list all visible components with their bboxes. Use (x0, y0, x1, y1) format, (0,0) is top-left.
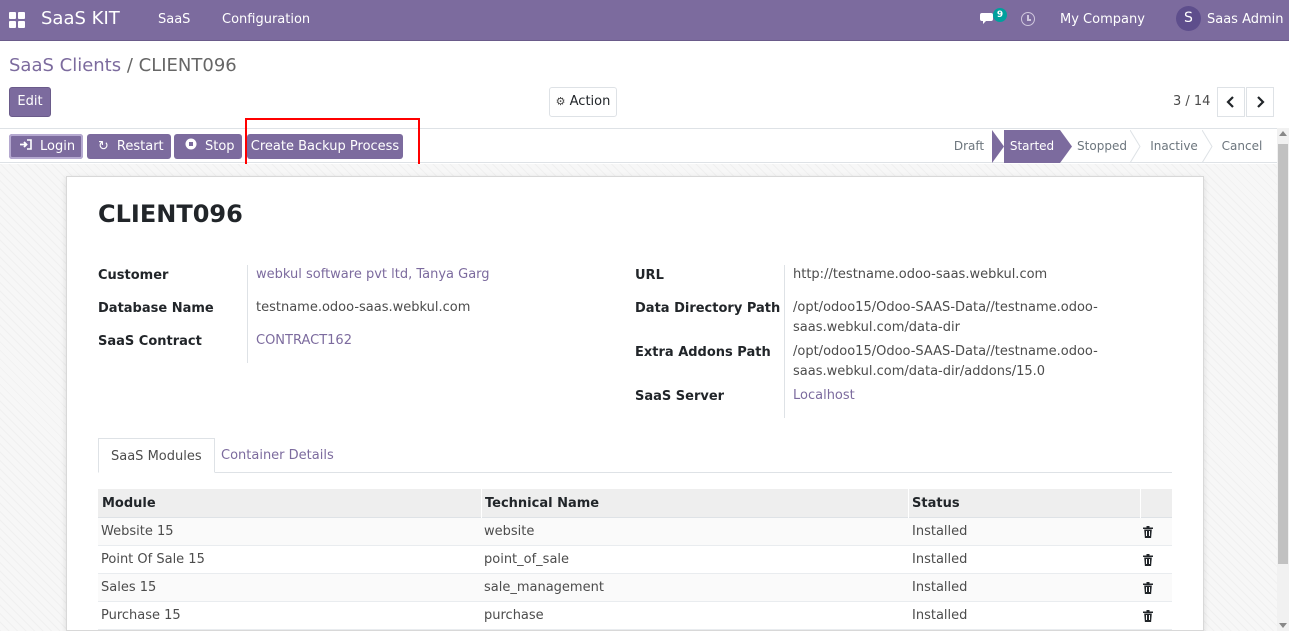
vertical-scrollbar[interactable] (1277, 128, 1289, 631)
trash-icon[interactable] (1143, 610, 1153, 622)
menu-saas[interactable]: SaaS (158, 12, 190, 27)
technical-name-cell: purchase (484, 608, 544, 623)
stage-separator (992, 130, 1004, 163)
data-directory-label: Data Directory Path (635, 301, 781, 316)
gear-icon: ⚙ (555, 95, 566, 108)
stage-started[interactable]: Started (1004, 130, 1060, 163)
data-directory-value-line2: saas.webkul.com/data-dir (793, 320, 960, 335)
chevron-left-icon (1226, 96, 1234, 108)
tab-saas-modules[interactable]: SaaS Modules (98, 438, 215, 473)
column-technical-name[interactable]: Technical Name (481, 489, 599, 518)
module-cell: Sales 15 (101, 580, 157, 595)
company-switcher[interactable]: My Company (1060, 12, 1145, 27)
activity-clock-icon[interactable] (1021, 12, 1035, 26)
module-cell: Purchase 15 (101, 608, 181, 623)
user-menu[interactable]: Saas Admin (1207, 12, 1284, 27)
login-button[interactable]: Login (9, 134, 83, 159)
stage-inactive[interactable]: Inactive (1144, 130, 1204, 163)
field-divider (247, 265, 248, 363)
saas-server-label: SaaS Server (635, 389, 725, 404)
top-navbar: SaaS KIT SaaS Configuration 9 My Company… (0, 0, 1289, 41)
table-row[interactable]: Sales 15 sale_management Installed (98, 574, 1172, 602)
table-row[interactable]: Purchase 15 purchase Installed (98, 602, 1172, 630)
status-cell: Installed (912, 580, 968, 595)
extra-addons-label: Extra Addons Path (635, 345, 771, 360)
field-divider (784, 265, 785, 418)
action-label: Action (569, 94, 611, 109)
breadcrumb-current: CLIENT096 (138, 55, 237, 76)
stage-stopped[interactable]: Stopped (1074, 130, 1130, 163)
restart-button[interactable]: ↻ Restart (87, 134, 171, 159)
table-row[interactable]: Point Of Sale 15 point_of_sale Installed (98, 546, 1172, 574)
sign-in-icon (20, 134, 32, 159)
stop-circle-icon (185, 134, 197, 159)
extra-addons-value-line1: /opt/odoo15/Odoo-SAAS-Data//testname.odo… (793, 344, 1098, 359)
stage-separator (1202, 130, 1213, 163)
url-label: URL (635, 268, 664, 283)
stop-label: Stop (205, 139, 235, 154)
extra-addons-value-line2: saas.webkul.com/data-dir/addons/15.0 (793, 364, 1046, 379)
stage-separator (1130, 130, 1141, 163)
login-label: Login (40, 139, 76, 154)
refresh-icon: ↻ (98, 139, 109, 154)
saas-contract-label: SaaS Contract (98, 334, 202, 349)
module-cell: Website 15 (101, 524, 174, 539)
stage-cancel[interactable]: Cancel (1216, 130, 1268, 163)
breadcrumb: SaaS Clients / CLIENT096 (9, 55, 237, 76)
action-dropdown-button[interactable]: ⚙ Action (549, 87, 617, 117)
scroll-up-arrow-icon[interactable] (1279, 131, 1287, 136)
saas-contract-value[interactable]: CONTRACT162 (256, 331, 352, 351)
tab-container-details[interactable]: Container Details (209, 438, 346, 473)
status-cell: Installed (912, 524, 968, 539)
pager-value[interactable]: 3 / 14 (1173, 94, 1210, 109)
technical-name-cell: sale_management (484, 580, 604, 595)
url-value: http://testname.odoo-saas.webkul.com (793, 267, 1048, 282)
database-name-label: Database Name (98, 301, 214, 316)
stop-button[interactable]: Stop (174, 134, 242, 159)
module-cell: Point Of Sale 15 (101, 552, 205, 567)
chevron-right-icon (1257, 96, 1265, 108)
customer-value[interactable]: webkul software pvt ltd, Tanya Garg (256, 265, 490, 285)
pager-next-button[interactable] (1246, 87, 1274, 117)
stage-separator (1060, 130, 1072, 163)
statusbar: Login ↻ Restart Stop Create Backup Proces… (0, 128, 1277, 163)
stage-draft[interactable]: Draft (946, 130, 992, 163)
apps-menu-icon[interactable] (9, 12, 25, 28)
saas-server-value[interactable]: Localhost (793, 386, 855, 406)
menu-configuration[interactable]: Configuration (222, 12, 310, 27)
customer-label: Customer (98, 268, 169, 283)
database-name-value: testname.odoo-saas.webkul.com (256, 300, 471, 315)
column-module[interactable]: Module (98, 489, 156, 518)
trash-icon[interactable] (1143, 554, 1153, 566)
edit-button[interactable]: Edit (9, 87, 51, 117)
app-brand[interactable]: SaaS KIT (41, 8, 120, 29)
table-row[interactable]: Website 15 website Installed (98, 518, 1172, 546)
column-divider (1140, 489, 1141, 518)
scrollbar-thumb[interactable] (1278, 144, 1288, 564)
scroll-down-arrow-icon[interactable] (1279, 623, 1287, 628)
pager-previous-button[interactable] (1217, 87, 1245, 117)
column-status[interactable]: Status (908, 489, 960, 518)
modules-table-header: Module Technical Name Status (98, 489, 1172, 518)
data-directory-value-line1: /opt/odoo15/Odoo-SAAS-Data//testname.odo… (793, 300, 1098, 315)
breadcrumb-parent[interactable]: SaaS Clients (9, 55, 121, 76)
status-cell: Installed (912, 608, 968, 623)
record-title: CLIENT096 (98, 200, 243, 228)
status-cell: Installed (912, 552, 968, 567)
breadcrumb-separator: / (121, 55, 139, 76)
technical-name-cell: point_of_sale (484, 552, 570, 567)
chat-count-badge: 9 (993, 8, 1007, 22)
trash-icon[interactable] (1143, 526, 1153, 538)
trash-icon[interactable] (1143, 582, 1153, 594)
user-avatar[interactable]: S (1176, 6, 1201, 31)
technical-name-cell: website (484, 524, 535, 539)
restart-label: Restart (116, 139, 164, 154)
